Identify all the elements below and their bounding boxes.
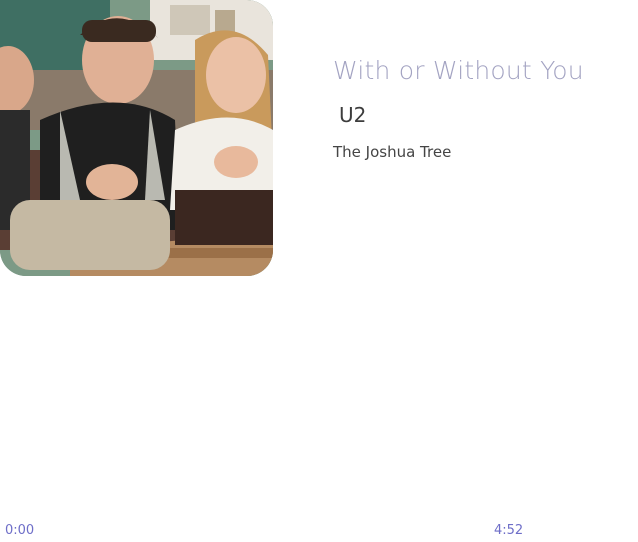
track-title: With or Without You (333, 56, 584, 85)
album-art-image (0, 0, 273, 276)
time-elapsed: 0:00 (5, 523, 35, 538)
now-playing-screen: With or Without You U2 The Joshua Tree 0… (0, 0, 638, 542)
time-total: 4:52 (494, 523, 524, 538)
track-album: The Joshua Tree (333, 143, 452, 161)
track-artist: U2 (339, 103, 367, 127)
